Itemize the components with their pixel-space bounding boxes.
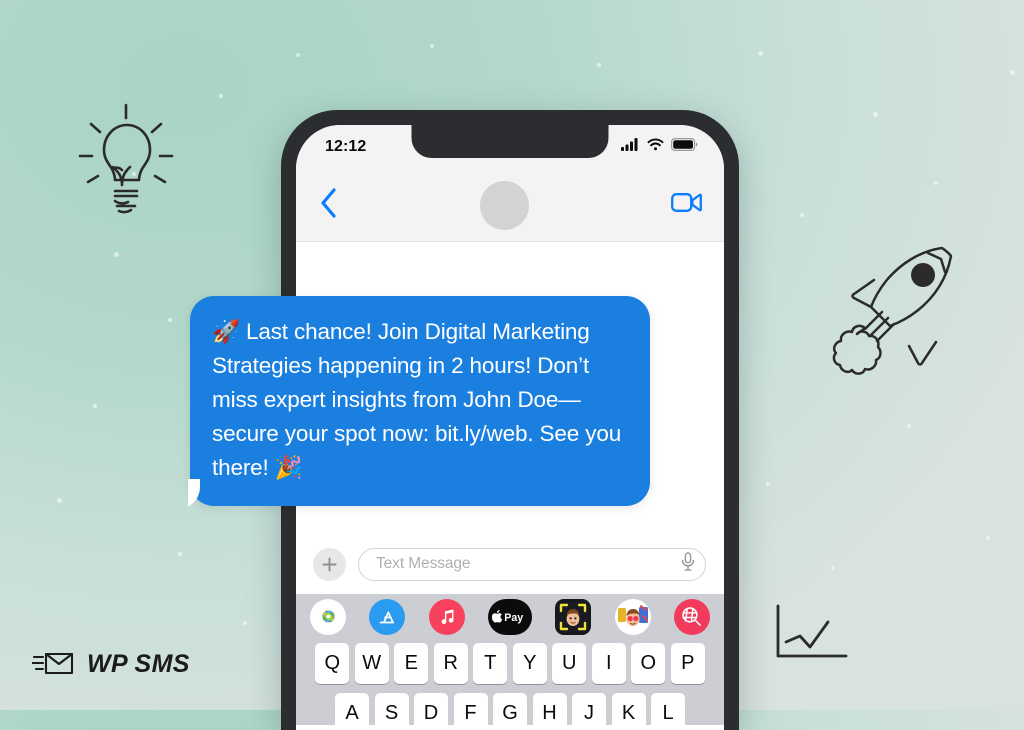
video-call-icon[interactable] xyxy=(671,192,702,218)
phone-notch xyxy=(411,125,609,158)
message-bubble-wrapper: 🚀 Last chance! Join Digital Marketing St… xyxy=(188,296,650,507)
keyboard-key-j[interactable]: J xyxy=(572,693,606,730)
keyboard-key-e[interactable]: E xyxy=(394,643,429,684)
keyboard-key-t[interactable]: T xyxy=(473,643,508,684)
message-text-field[interactable]: Text Message xyxy=(358,547,706,581)
keyboard-key-a[interactable]: A xyxy=(335,693,369,730)
attachment-plus-button[interactable] xyxy=(313,547,346,581)
rocket-doodle xyxy=(832,238,980,375)
battery-icon xyxy=(671,138,698,156)
apple-pay-app-icon[interactable]: Pay xyxy=(487,598,532,635)
message-placeholder: Text Message xyxy=(376,555,471,572)
photos-app-icon[interactable] xyxy=(310,598,346,635)
keyboard-key-w[interactable]: W xyxy=(354,643,389,684)
conversation-nav-bar xyxy=(296,169,724,242)
imessage-app-drawer: Pay xyxy=(296,594,724,639)
images-search-app-icon[interactable] xyxy=(673,598,710,635)
keyboard-key-g[interactable]: G xyxy=(493,693,527,730)
onscreen-keyboard: QWERTYUIOP ASDFGHJKL xyxy=(296,639,724,730)
wp-sms-logo-text: WP SMS xyxy=(87,650,190,678)
music-app-icon[interactable] xyxy=(428,598,465,635)
keyboard-key-u[interactable]: U xyxy=(552,643,587,684)
keyboard-key-h[interactable]: H xyxy=(532,693,567,730)
app-store-app-icon[interactable] xyxy=(369,598,406,635)
lightbulb-doodle xyxy=(62,88,192,230)
keyboard-key-k[interactable]: K xyxy=(611,693,646,730)
envelope-send-icon xyxy=(30,648,76,681)
wp-sms-logo: WP SMS xyxy=(30,648,190,681)
message-bubble-tail xyxy=(188,477,218,507)
keyboard-key-d[interactable]: D xyxy=(414,693,448,730)
message-bubble-text: 🚀 Last chance! Join Digital Marketing St… xyxy=(212,319,622,480)
keyboard-key-y[interactable]: Y xyxy=(512,643,547,684)
memoji-app-icon[interactable] xyxy=(555,598,592,635)
contact-avatar[interactable] xyxy=(479,180,529,230)
keyboard-key-p[interactable]: P xyxy=(670,643,705,684)
svg-text:Pay: Pay xyxy=(504,612,523,624)
chevron-left-icon[interactable] xyxy=(320,187,337,223)
keyboard-key-q[interactable]: Q xyxy=(315,643,350,684)
keyboard-key-s[interactable]: S xyxy=(374,693,409,730)
keyboard-row-2: ASDFGHJKL xyxy=(299,693,721,730)
message-bubble[interactable]: 🚀 Last chance! Join Digital Marketing St… xyxy=(188,296,650,507)
keyboard-key-f[interactable]: F xyxy=(453,693,488,730)
keyboard-key-r[interactable]: R xyxy=(433,643,468,684)
wifi-icon xyxy=(647,138,664,156)
keyboard-row-1: QWERTYUIOP xyxy=(299,643,721,684)
cellular-signal-icon xyxy=(621,138,640,156)
keyboard-key-o[interactable]: O xyxy=(631,643,666,684)
microphone-icon[interactable] xyxy=(681,552,695,576)
memoji-stickers-app-icon[interactable] xyxy=(614,598,651,635)
line-chart-doodle xyxy=(770,602,854,666)
keyboard-key-l[interactable]: L xyxy=(651,693,685,730)
message-input-bar: Text Message xyxy=(296,534,724,594)
keyboard-key-i[interactable]: I xyxy=(591,643,626,684)
status-bar-time: 12:12 xyxy=(325,138,367,155)
